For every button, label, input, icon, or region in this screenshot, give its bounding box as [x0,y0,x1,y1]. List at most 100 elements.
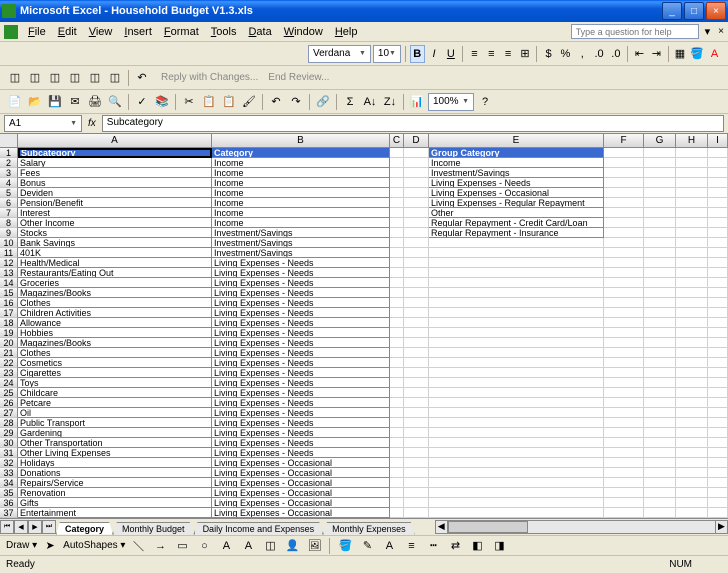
cell-H13[interactable] [676,268,708,278]
cell-A18[interactable]: Allowance [18,318,212,328]
sum-button[interactable]: Σ [341,93,359,111]
cell-B10[interactable]: Investment/Savings [212,238,390,248]
row-header-3[interactable]: 3 [0,168,18,178]
cell-B24[interactable]: Living Expenses - Needs [212,378,390,388]
cell-A16[interactable]: Clothes [18,298,212,308]
cell-F24[interactable] [604,378,644,388]
cell-D3[interactable] [404,168,429,178]
column-header-G[interactable]: G [644,134,676,147]
cell-B17[interactable]: Living Expenses - Needs [212,308,390,318]
cell-D24[interactable] [404,378,429,388]
cell-A22[interactable]: Cosmetics [18,358,212,368]
cell-D16[interactable] [404,298,429,308]
cell-H2[interactable] [676,158,708,168]
cell-C17[interactable] [390,308,404,318]
cell-F31[interactable] [604,448,644,458]
menu-tools[interactable]: Tools [205,24,243,40]
row-header-30[interactable]: 30 [0,438,18,448]
cell-H23[interactable] [676,368,708,378]
row-header-14[interactable]: 14 [0,278,18,288]
cell-E32[interactable] [429,458,604,468]
row-header-7[interactable]: 7 [0,208,18,218]
comma-button[interactable]: , [575,45,590,63]
row-header-13[interactable]: 13 [0,268,18,278]
cell-E10[interactable] [429,238,604,248]
cell-E28[interactable] [429,418,604,428]
cell-D6[interactable] [404,198,429,208]
cell-F7[interactable] [604,208,644,218]
increase-indent-button[interactable]: ⇥ [649,45,664,63]
cell-E7[interactable]: Other [429,208,604,218]
cell-D21[interactable] [404,348,429,358]
cell-C1[interactable] [390,148,404,158]
cell-D15[interactable] [404,288,429,298]
cell-H10[interactable] [676,238,708,248]
column-header-C[interactable]: C [390,134,404,147]
cell-D9[interactable] [404,228,429,238]
menu-window[interactable]: Window [278,24,329,40]
review-icon-3[interactable]: ◫ [46,69,64,87]
row-header-10[interactable]: 10 [0,238,18,248]
cell-I13[interactable] [708,268,728,278]
cell-F17[interactable] [604,308,644,318]
row-header-22[interactable]: 22 [0,358,18,368]
row-header-21[interactable]: 21 [0,348,18,358]
cell-F19[interactable] [604,328,644,338]
cell-B12[interactable]: Living Expenses - Needs [212,258,390,268]
cell-B4[interactable]: Income [212,178,390,188]
tab-last-button[interactable]: ⏭ [42,520,56,534]
cell-G21[interactable] [644,348,676,358]
cell-A11[interactable]: 401K [18,248,212,258]
sheet-tab-monthly-expenses[interactable]: Monthly Expenses [323,522,415,535]
row-header-37[interactable]: 37 [0,508,18,518]
cell-G31[interactable] [644,448,676,458]
cell-D14[interactable] [404,278,429,288]
cell-D33[interactable] [404,468,429,478]
decrease-indent-button[interactable]: ⇤ [632,45,647,63]
cell-I10[interactable] [708,238,728,248]
help-question-input[interactable] [571,24,699,39]
sheet-tab-monthly-budget[interactable]: Monthly Budget [113,522,194,535]
cell-C9[interactable] [390,228,404,238]
align-right-button[interactable]: ≡ [501,45,516,63]
cell-D28[interactable] [404,418,429,428]
row-header-11[interactable]: 11 [0,248,18,258]
column-header-A[interactable]: A [18,134,212,147]
cell-H3[interactable] [676,168,708,178]
cell-D18[interactable] [404,318,429,328]
cell-H30[interactable] [676,438,708,448]
cell-B34[interactable]: Living Expenses - Occasional [212,478,390,488]
row-header-20[interactable]: 20 [0,338,18,348]
row-header-8[interactable]: 8 [0,218,18,228]
cell-E6[interactable]: Living Expenses - Regular Repayment [429,198,604,208]
cell-B28[interactable]: Living Expenses - Needs [212,418,390,428]
row-header-31[interactable]: 31 [0,448,18,458]
cell-I31[interactable] [708,448,728,458]
cell-A36[interactable]: Gifts [18,498,212,508]
row-header-35[interactable]: 35 [0,488,18,498]
cell-I26[interactable] [708,398,728,408]
cell-E18[interactable] [429,318,604,328]
align-center-button[interactable]: ≡ [484,45,499,63]
cell-H29[interactable] [676,428,708,438]
cell-E35[interactable] [429,488,604,498]
font-name-dropdown[interactable]: Verdana▼ [308,45,371,63]
cell-D35[interactable] [404,488,429,498]
cell-I23[interactable] [708,368,728,378]
cell-C6[interactable] [390,198,404,208]
row-header-32[interactable]: 32 [0,458,18,468]
menu-help[interactable]: Help [329,24,364,40]
cell-H33[interactable] [676,468,708,478]
currency-button[interactable]: $ [541,45,556,63]
cell-G8[interactable] [644,218,676,228]
cell-D30[interactable] [404,438,429,448]
cell-B18[interactable]: Living Expenses - Needs [212,318,390,328]
column-header-H[interactable]: H [676,134,708,147]
cell-C7[interactable] [390,208,404,218]
cell-D10[interactable] [404,238,429,248]
cell-E19[interactable] [429,328,604,338]
cell-C18[interactable] [390,318,404,328]
research-button[interactable]: 📚 [153,93,171,111]
cell-C4[interactable] [390,178,404,188]
row-header-33[interactable]: 33 [0,468,18,478]
